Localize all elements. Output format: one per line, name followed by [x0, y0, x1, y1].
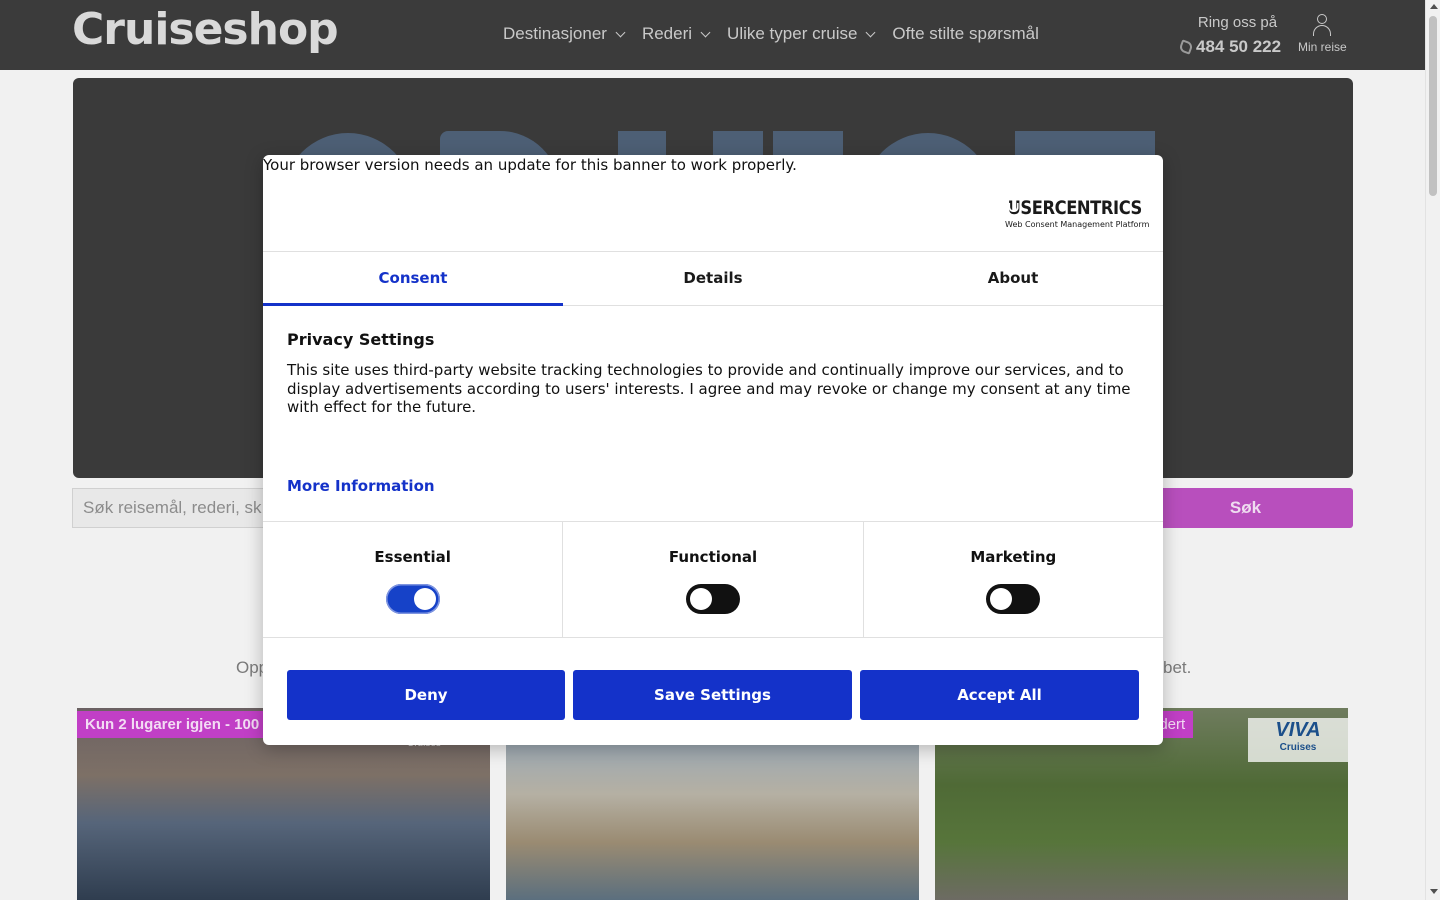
category-functional: Functional [563, 522, 864, 637]
phone-contact[interactable]: Ring oss på 484 50 222 [1178, 14, 1282, 57]
ring-label: Ring oss på [1197, 14, 1278, 31]
essential-toggle[interactable] [385, 584, 440, 614]
main-nav: Destinasjoner Rederi Ulike typer cruise … [503, 24, 1039, 44]
nav-item-label: Ofte stilte spørsmål [892, 24, 1039, 43]
account-link[interactable]: Min reise [1298, 14, 1347, 54]
accept-all-button[interactable]: Accept All [860, 670, 1139, 720]
page-scrollbar[interactable] [1425, 0, 1440, 900]
tab-consent[interactable]: Consent [263, 252, 563, 306]
phone-icon [1178, 39, 1194, 55]
site-header: Cruiseshop Destinasjoner Rederi Ulike ty… [0, 0, 1425, 70]
category-marketing: Marketing [864, 522, 1163, 637]
phone-number-text: 484 50 222 [1196, 37, 1282, 56]
scroll-thumb[interactable] [1429, 16, 1437, 196]
nav-item-label: Ulike typer cruise [727, 24, 858, 43]
nav-item-rederi[interactable]: Rederi [641, 24, 711, 44]
viva-logo-text: VIVA [1275, 719, 1321, 741]
privacy-description: This site uses third-party website track… [287, 361, 1131, 416]
tab-details[interactable]: Details [563, 252, 863, 305]
chevron-down-icon [615, 27, 626, 37]
usercentrics-logo: USERCENTRICS Web Consent Management Plat… [1005, 197, 1150, 229]
save-settings-button[interactable]: Save Settings [573, 670, 852, 720]
nav-item-destinasjoner[interactable]: Destinasjoner [503, 24, 626, 44]
deny-button[interactable]: Deny [287, 670, 565, 720]
category-label: Marketing [970, 548, 1057, 566]
nav-item-label: Destinasjoner [503, 24, 607, 43]
site-logo[interactable]: Cruiseshop [72, 4, 339, 55]
category-label: Essential [374, 548, 451, 566]
scroll-down-arrow-icon[interactable] [1430, 889, 1438, 894]
category-label: Functional [668, 548, 758, 566]
chevron-down-icon [700, 27, 711, 37]
consent-categories: Essential Functional Marketing [263, 521, 1163, 638]
search-button[interactable]: Søk [1138, 488, 1353, 528]
category-essential: Essential [263, 522, 564, 637]
consent-tabs: Consent Details About [263, 251, 1163, 306]
consent-dialog: Your browser version needs an update for… [263, 155, 1163, 745]
nav-item-label: Rederi [641, 24, 693, 43]
account-label: Min reise [1298, 40, 1347, 54]
viva-cruises-logo: VIVA Cruises [1248, 718, 1348, 762]
brand-tagline: Web Consent Management Platform [1005, 220, 1150, 229]
privacy-settings-title: Privacy Settings [287, 330, 435, 349]
scroll-up-arrow-icon[interactable] [1430, 4, 1438, 9]
nav-item-cruise-types[interactable]: Ulike typer cruise [727, 24, 876, 44]
functional-toggle[interactable] [685, 584, 740, 614]
phone-number: 484 50 222 [1178, 37, 1282, 57]
tab-about[interactable]: About [863, 252, 1163, 305]
card-badge: Kun 2 lugarer igjen - 100 [77, 711, 268, 738]
intro-text: bet. [1163, 658, 1192, 677]
chevron-down-icon [865, 27, 876, 37]
user-icon [1312, 14, 1332, 36]
nav-item-faq[interactable]: Ofte stilte spørsmål [892, 24, 1038, 44]
brand-name: USERCENTRICS [1007, 197, 1143, 219]
marketing-toggle[interactable] [986, 584, 1041, 614]
browser-update-warning: Your browser version needs an update for… [263, 156, 797, 174]
more-information-link[interactable]: More Information [287, 477, 435, 495]
viva-logo-sub: Cruises [1279, 742, 1317, 753]
